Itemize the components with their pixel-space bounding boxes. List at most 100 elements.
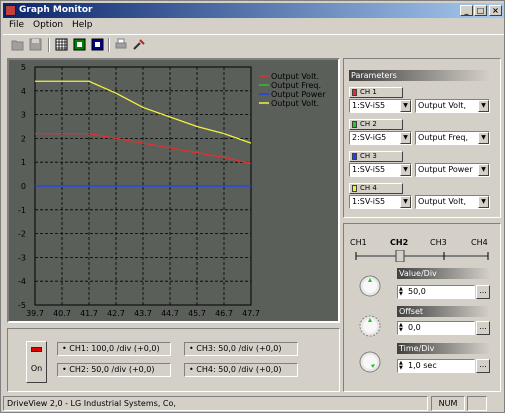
y-tick-label: 5 <box>21 63 26 72</box>
menu-help[interactable]: Help <box>72 18 93 32</box>
dropdown-arrow-icon: ▼ <box>400 164 411 176</box>
ch2-param-select[interactable]: Output Freq, ▼ <box>415 131 490 145</box>
spinner-icon[interactable]: ▲ ▼ <box>399 287 406 297</box>
parameters-panel: Parameters CH 1 1:SV-iS5 ▼ Output Volt, … <box>343 58 501 218</box>
close-button[interactable]: × <box>489 5 502 16</box>
value-div-label: Value/Div <box>397 268 490 279</box>
channel-option-ch2[interactable]: CH2 <box>390 238 408 247</box>
spinner-icon[interactable]: ▲ ▼ <box>399 323 406 333</box>
ch2-label: CH 2 <box>360 120 377 128</box>
ch2-device-value: 2:SV-iG5 <box>352 133 387 142</box>
ch1-device-value: 1:SV-iS5 <box>352 101 386 110</box>
y-tick-label: -4 <box>18 277 26 286</box>
ch1-summary: • CH1: 100,0 /div (+0,0) <box>57 342 171 356</box>
dropdown-arrow-icon: ▼ <box>478 132 489 144</box>
menu-bar: File Option Help <box>3 18 504 32</box>
legend-label-3: Output Power <box>271 90 326 99</box>
resize-grip-icon[interactable] <box>489 396 503 411</box>
y-tick-label: -3 <box>18 253 26 262</box>
maximize-button[interactable]: □ <box>474 5 487 16</box>
value-div-more-button[interactable]: ... <box>476 285 490 299</box>
channel-option-ch1[interactable]: CH1 <box>350 238 367 247</box>
ch2-color-swatch <box>352 121 357 128</box>
legend-label-2: Output Freq. <box>271 81 321 90</box>
ch4-button[interactable]: CH 4 <box>349 183 403 194</box>
ch2-summary: • CH2: 50,0 /div (+0,0) <box>57 363 171 377</box>
time-div-field[interactable]: ▲ ▼ 1,0 sec <box>397 359 475 373</box>
ch4-device-select[interactable]: 1:SV-iS5 ▼ <box>349 195 412 209</box>
x-tick-label: 41.7 <box>80 309 98 318</box>
x-tick-label: 45.7 <box>188 309 206 318</box>
save-icon[interactable] <box>29 38 43 51</box>
value-div-field[interactable]: ▲ ▼ 50,0 <box>397 285 475 299</box>
y-tick-label: 1 <box>21 158 26 167</box>
green-channel-icon[interactable] <box>73 38 87 51</box>
graph-monitor-window: Graph Monitor _ □ × File Option Help 39.… <box>0 0 505 413</box>
ch1-color-swatch <box>352 89 357 96</box>
toolbar-separator <box>48 38 50 52</box>
channel-slider[interactable] <box>352 250 492 262</box>
y-tick-label: 3 <box>21 111 26 120</box>
parameters-header: Parameters <box>349 70 490 81</box>
menu-file[interactable]: File <box>9 18 24 32</box>
time-div-label: Time/Div <box>397 343 490 354</box>
controls-panel: CH1 CH2 CH3 CH4 Value/Div ▲ ▼ 50,0 ... O… <box>343 223 501 392</box>
window-title: Graph Monitor <box>19 5 93 15</box>
offset-field[interactable]: ▲ ▼ 0,0 <box>397 321 475 335</box>
ch2-param-value: Output Freq, <box>418 133 469 142</box>
open-icon[interactable] <box>11 38 25 51</box>
offset-label: Offset <box>397 306 490 317</box>
time-div-value: 1,0 sec <box>408 361 437 370</box>
ch1-label: CH 1 <box>360 88 377 96</box>
tool-icon[interactable] <box>132 38 146 51</box>
ch3-summary: • CH3: 50,0 /div (+0,0) <box>184 342 298 356</box>
value-div-value: 50,0 <box>408 287 426 296</box>
value-div-knob[interactable] <box>358 274 382 298</box>
ch4-param-select[interactable]: Output Volt, ▼ <box>415 195 490 209</box>
legend-label-1: Output Volt. <box>271 72 319 81</box>
ch3-device-select[interactable]: 1:SV-iS5 ▼ <box>349 163 412 177</box>
offset-more-button[interactable]: ... <box>476 321 490 335</box>
y-tick-label: 4 <box>21 87 26 96</box>
minimize-button[interactable]: _ <box>460 5 473 16</box>
channel-option-ch4[interactable]: CH4 <box>471 238 488 247</box>
offset-knob[interactable] <box>358 314 382 338</box>
x-tick-label: 44.7 <box>161 309 179 318</box>
ch3-button[interactable]: CH 3 <box>349 151 403 162</box>
y-tick-label: -1 <box>18 206 26 215</box>
y-tick-label: -5 <box>18 301 26 310</box>
ch1-param-value: Output Volt, <box>418 101 466 110</box>
x-tick-label: 47.7 <box>242 309 260 318</box>
ch3-param-select[interactable]: Output Power ▼ <box>415 163 490 177</box>
grid-icon[interactable] <box>55 38 69 51</box>
ch3-color-swatch <box>352 153 357 160</box>
dropdown-arrow-icon: ▼ <box>478 196 489 208</box>
offset-value: 0,0 <box>408 323 421 332</box>
status-num: NUM <box>431 396 465 411</box>
time-div-more-button[interactable]: ... <box>476 359 490 373</box>
toolbar <box>3 34 504 54</box>
status-cell-empty <box>467 396 487 411</box>
spinner-icon[interactable]: ▲ ▼ <box>399 361 406 371</box>
on-button[interactable]: On <box>26 341 47 383</box>
channel-option-ch3[interactable]: CH3 <box>430 238 447 247</box>
blue-channel-icon[interactable] <box>91 38 105 51</box>
channel-summary-panel: On • CH1: 100,0 /div (+0,0) • CH3: 50,0 … <box>7 328 340 392</box>
legend-label-4: Output Volt. <box>271 99 319 108</box>
dropdown-arrow-icon: ▼ <box>400 132 411 144</box>
ch1-button[interactable]: CH 1 <box>349 87 403 98</box>
ch4-summary: • CH4: 50,0 /div (+0,0) <box>184 363 298 377</box>
ch2-device-select[interactable]: 2:SV-iG5 ▼ <box>349 131 412 145</box>
ch1-param-select[interactable]: Output Volt, ▼ <box>415 99 490 113</box>
ch4-device-value: 1:SV-iS5 <box>352 197 386 206</box>
ch2-button[interactable]: CH 2 <box>349 119 403 130</box>
ch1-device-select[interactable]: 1:SV-iS5 ▼ <box>349 99 412 113</box>
time-div-knob[interactable] <box>358 350 382 374</box>
chart: 39.7 40.7 41.7 42.7 43.7 44.7 45.7 46.7 47.7 5 4 3 2… <box>18 63 326 318</box>
menu-option[interactable]: Option <box>33 18 63 32</box>
x-tick-label: 39.7 <box>26 309 44 318</box>
ch3-label: CH 3 <box>360 152 377 160</box>
on-label: On <box>30 364 43 373</box>
ch4-color-swatch <box>352 185 357 192</box>
print-icon[interactable] <box>114 38 128 51</box>
